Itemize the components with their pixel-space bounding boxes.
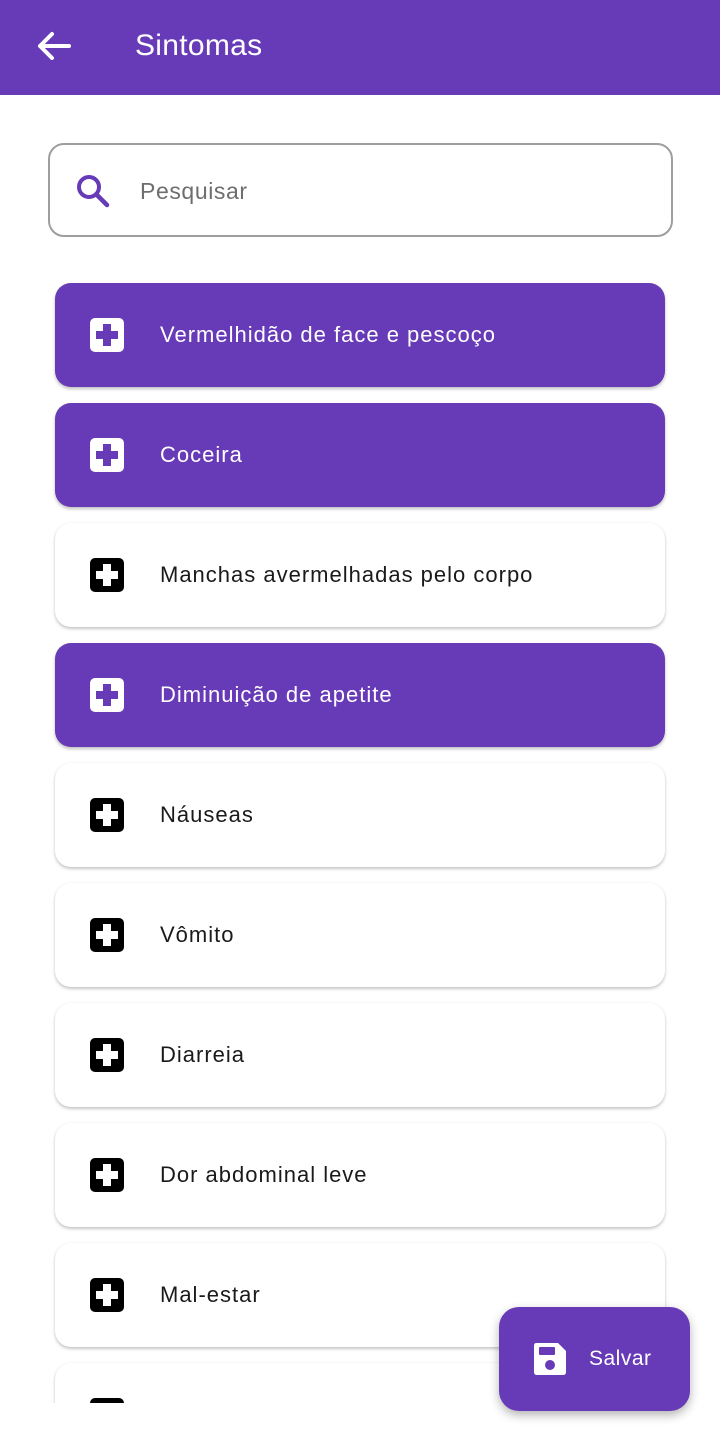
medical-plus-icon	[90, 1398, 124, 1403]
symptom-item[interactable]: Diarreia	[55, 1003, 665, 1107]
symptom-list-items: Vermelhidão de face e pescoço Coceira Manc…	[55, 283, 665, 1403]
page-title: Sintomas	[135, 29, 263, 62]
symptom-list[interactable]: Vermelhidão de face e pescoço Coceira Manc…	[0, 270, 720, 1403]
symptom-label: Manchas avermelhadas pelo corpo	[160, 562, 534, 587]
symptom-label: Vômito	[160, 922, 235, 947]
symptom-label: Diarreia	[160, 1042, 246, 1067]
symptom-label: Dor abdominal leve	[160, 1162, 368, 1187]
symptom-item[interactable]: Diminuição de apetite	[55, 643, 665, 747]
symptom-item[interactable]: Náuseas	[55, 763, 665, 867]
save-icon	[534, 1343, 566, 1375]
save-button[interactable]: Salvar	[499, 1307, 690, 1411]
medical-plus-icon	[90, 438, 124, 472]
symptom-label: Vermelhidão de face e pescoço	[160, 322, 496, 347]
symptom-item[interactable]: Coceira	[55, 403, 665, 507]
medical-plus-icon	[90, 1278, 124, 1312]
save-button-label: Salvar	[589, 1347, 652, 1370]
symptom-label: Diminuição de apetite	[160, 682, 393, 707]
medical-plus-icon	[90, 1038, 124, 1072]
medical-plus-icon	[90, 318, 124, 352]
symptom-item[interactable]: Manchas avermelhadas pelo corpo	[55, 523, 665, 627]
back-button[interactable]	[28, 20, 80, 72]
symptom-item[interactable]: Vermelhidão de face e pescoço	[55, 283, 665, 387]
symptom-item[interactable]: Vômito	[55, 883, 665, 987]
medical-plus-icon	[90, 798, 124, 832]
medical-plus-icon	[90, 558, 124, 592]
search-icon	[77, 175, 110, 208]
medical-plus-icon	[90, 678, 124, 712]
app-screen: Sintomas Vermelhidão de face e pescoço Co…	[0, 0, 720, 1437]
medical-plus-icon	[90, 918, 124, 952]
symptom-item[interactable]: Dor abdominal leve	[55, 1123, 665, 1227]
symptom-label: Mal-estar	[160, 1282, 261, 1307]
app-bar: Sintomas	[0, 0, 720, 95]
symptom-label: Coceira	[160, 442, 243, 467]
search-box[interactable]	[48, 143, 673, 237]
search-input[interactable]	[138, 145, 642, 237]
arrow-left-icon	[38, 32, 71, 60]
medical-plus-icon	[90, 1158, 124, 1192]
symptom-label: Náuseas	[160, 802, 254, 827]
